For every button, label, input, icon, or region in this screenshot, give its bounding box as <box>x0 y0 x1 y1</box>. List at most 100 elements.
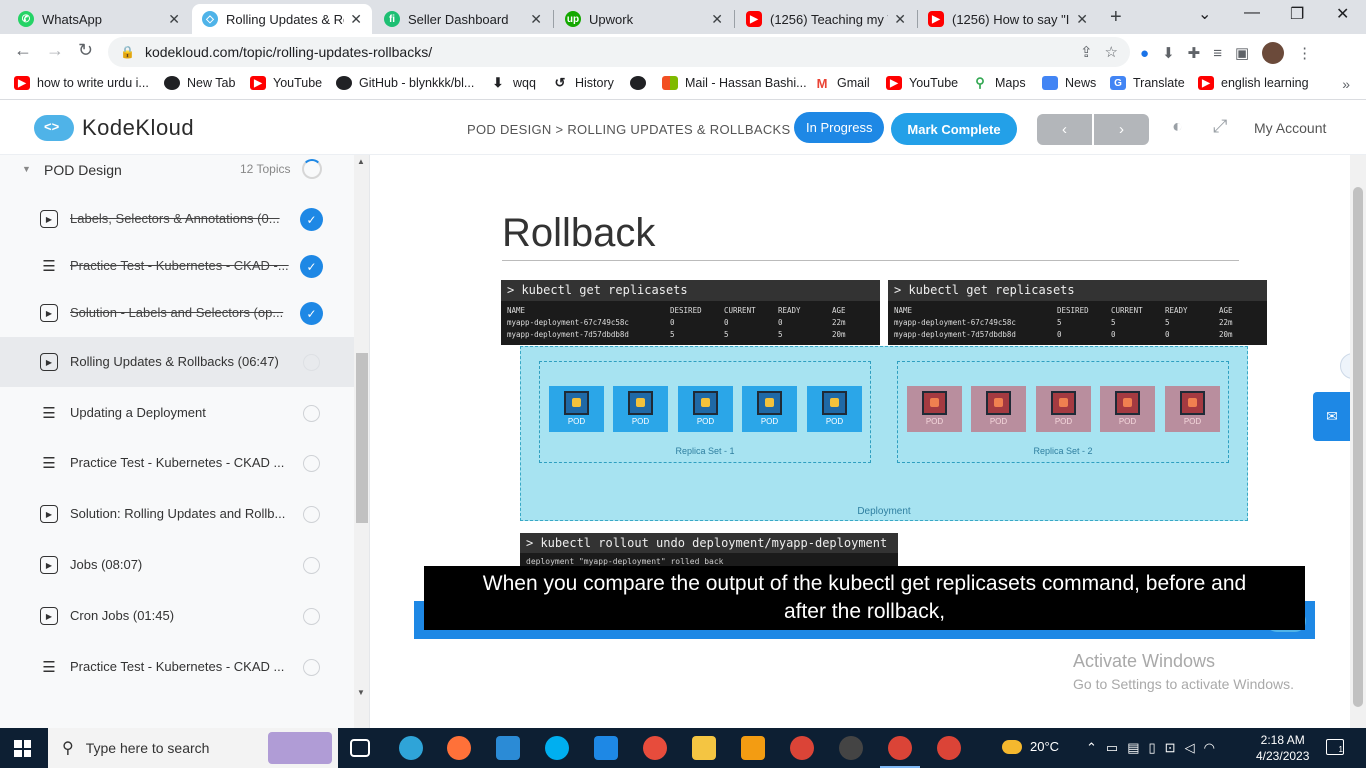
taskbar-clock[interactable]: 2:18 AM 4/23/2023 <box>1256 732 1309 764</box>
file-explorer-icon[interactable] <box>692 736 716 760</box>
lesson-item[interactable]: ▶ Solution - Labels and Selectors (op...… <box>0 288 354 338</box>
lesson-item[interactable]: ▶ Cron Jobs (01:45) <box>0 591 354 641</box>
notification-icon[interactable]: 1 <box>1326 739 1344 755</box>
back-icon[interactable]: ← <box>14 40 32 61</box>
tab-search-chevron-icon[interactable]: ⌄ <box>1198 4 1211 24</box>
minimize-icon[interactable]: — <box>1244 4 1260 22</box>
tab-youtube-teaching[interactable]: ▶ (1256) Teaching my W ✕ <box>736 4 916 34</box>
mail-icon[interactable] <box>594 736 618 760</box>
taskbar-search-box[interactable]: ⚲ Type here to search <box>48 728 338 768</box>
volume-icon[interactable]: ◁ <box>1185 740 1204 755</box>
section-header-pod-design[interactable]: ▼ POD Design 12 Topics <box>0 155 354 185</box>
bookmark-item[interactable]: ⬇ wqq <box>490 75 536 90</box>
bookmark-item[interactable]: New Tab <box>164 76 235 90</box>
menu-kebab-icon[interactable]: ⋮ <box>1297 44 1312 62</box>
bookmark-item[interactable]: GitHub - blynkkk/bl... <box>336 76 474 90</box>
next-lesson-button[interactable]: › <box>1092 114 1149 145</box>
lesson-item[interactable]: ▶ Solution: Rolling Updates and Rollb... <box>0 489 354 539</box>
sidebar-scrollbar[interactable]: ▲ ▼ <box>354 155 369 728</box>
lesson-item[interactable]: ▶ Labels, Selectors & Annotations (0... … <box>0 194 354 244</box>
scroll-down-icon[interactable]: ▼ <box>357 688 365 697</box>
system-tray[interactable]: ⌃▭▤▯⊡◁◠ <box>1086 740 1224 756</box>
more-bookmarks-icon[interactable]: » <box>1342 76 1350 92</box>
obs-icon[interactable] <box>839 736 863 760</box>
previous-lesson-button[interactable]: ‹ <box>1037 114 1092 145</box>
bookmark-item[interactable]: ▶ YouTube <box>886 76 958 90</box>
chrome-icon[interactable] <box>790 736 814 760</box>
bookmark-item[interactable]: Mail - Hassan Bashi... <box>662 76 807 90</box>
app-icon[interactable] <box>643 736 667 760</box>
new-tab-icon[interactable]: + <box>1110 6 1122 29</box>
mark-complete-button[interactable]: Mark Complete <box>891 113 1017 145</box>
lesson-item-current[interactable]: ▶ Rolling Updates & Rollbacks (06:47) <box>0 337 354 387</box>
weather-widget[interactable]: 20°C <box>1002 739 1059 754</box>
network-icon[interactable]: ⊡ <box>1165 740 1185 755</box>
bookmark-star-icon[interactable]: ☆ <box>1105 43 1118 61</box>
close-tab-icon[interactable]: ✕ <box>530 11 542 28</box>
sidebar-scroll-thumb[interactable] <box>356 353 368 523</box>
download-extension-icon[interactable]: ⬇ <box>1162 44 1175 62</box>
chrome-icon[interactable] <box>880 736 920 768</box>
incomplete-circle-icon[interactable] <box>303 405 320 422</box>
tab-whatsapp[interactable]: ✆ WhatsApp ✕ <box>8 4 190 34</box>
tab-seller-dashboard[interactable]: fi Seller Dashboard ✕ <box>374 4 552 34</box>
tab-rolling-updates[interactable]: ◇ Rolling Updates & Rol ✕ <box>192 4 372 34</box>
kodekloud-logo[interactable]: KodeKloud <box>34 115 194 141</box>
lesson-item[interactable]: ☰ Updating a Deployment <box>0 388 354 438</box>
close-window-icon[interactable]: ✕ <box>1336 4 1349 24</box>
profile-avatar[interactable] <box>1262 42 1285 64</box>
tab-youtube-how-to-say[interactable]: ▶ (1256) How to say "I d ✕ <box>918 4 1098 34</box>
firefox-icon[interactable] <box>447 736 471 760</box>
chat-icon[interactable]: ✉ <box>1313 392 1351 441</box>
address-bar[interactable]: 🔒 kodekloud.com/topic/rolling-updates-ro… <box>108 37 1130 67</box>
skype-icon[interactable] <box>545 736 569 760</box>
incomplete-circle-icon[interactable] <box>303 455 320 472</box>
expand-icon[interactable]: ⤢ <box>1213 116 1227 137</box>
lesson-item[interactable]: ☰ Practice Test - Kubernetes - CKAD ... <box>0 642 354 692</box>
chrome-profile-icon[interactable] <box>937 736 961 760</box>
bookmark-item[interactable]: G Translate <box>1110 76 1185 90</box>
puzzle-icon[interactable]: ✚ <box>1188 44 1201 62</box>
windows-start-icon[interactable] <box>14 740 31 757</box>
wifi-icon[interactable]: ◠ <box>1204 740 1224 755</box>
battery-icon[interactable]: ▭ <box>1106 740 1127 755</box>
task-view-icon[interactable] <box>350 739 370 757</box>
page-scroll-thumb[interactable] <box>1353 187 1363 707</box>
close-tab-icon[interactable]: ✕ <box>711 11 723 28</box>
close-tab-icon[interactable]: ✕ <box>1076 11 1088 28</box>
forward-icon[interactable]: → <box>46 40 64 61</box>
video-player[interactable]: Rollback > kubectl get replicasets NAME … <box>370 155 1366 728</box>
bookmark-item[interactable] <box>630 76 653 90</box>
incomplete-circle-icon[interactable] <box>303 506 320 523</box>
bookmark-item[interactable]: ▶ YouTube <box>250 76 322 90</box>
incomplete-circle-icon[interactable] <box>303 354 320 371</box>
media-icon[interactable]: ≡ <box>1213 45 1222 62</box>
completed-check-icon[interactable]: ✓ <box>300 208 323 231</box>
tab-upwork[interactable]: up Upwork ✕ <box>555 4 733 34</box>
voice-extension-icon[interactable]: ● <box>1140 45 1149 62</box>
close-tab-icon[interactable]: ✕ <box>350 11 362 28</box>
chevron-up-icon[interactable]: ⌃ <box>1086 740 1106 755</box>
bookmark-item[interactable]: ▶ how to write urdu i... <box>14 76 149 90</box>
bookmark-item[interactable]: ▶ english learning <box>1198 76 1309 90</box>
edge-icon[interactable] <box>399 736 423 760</box>
my-account-link[interactable]: My Account <box>1254 120 1326 136</box>
store-icon[interactable] <box>496 736 520 760</box>
printer-icon[interactable]: ▤ <box>1127 740 1148 755</box>
reload-icon[interactable]: ↻ <box>78 40 93 61</box>
in-progress-button[interactable]: In Progress <box>794 112 885 143</box>
share-icon[interactable]: ⇪ <box>1080 43 1093 61</box>
scroll-up-icon[interactable]: ▲ <box>357 157 365 166</box>
close-tab-icon[interactable]: ✕ <box>168 11 180 28</box>
settings-app-icon[interactable] <box>741 736 765 760</box>
lesson-item[interactable]: ▶ Jobs (08:07) <box>0 540 354 590</box>
bookmark-item[interactable]: ⚲ Maps <box>972 75 1025 90</box>
restore-icon[interactable]: ❐ <box>1290 4 1304 24</box>
incomplete-circle-icon[interactable] <box>303 659 320 676</box>
lesson-item[interactable]: ☰ Practice Test - Kubernetes - CKAD ... <box>0 438 354 488</box>
completed-check-icon[interactable]: ✓ <box>300 302 323 325</box>
incomplete-circle-icon[interactable] <box>303 608 320 625</box>
device-icon[interactable]: ▯ <box>1149 740 1165 755</box>
lesson-item[interactable]: ☰ Practice Test - Kubernetes - CKAD -...… <box>0 241 354 291</box>
bookmark-item[interactable]: ↺ History <box>552 75 614 90</box>
